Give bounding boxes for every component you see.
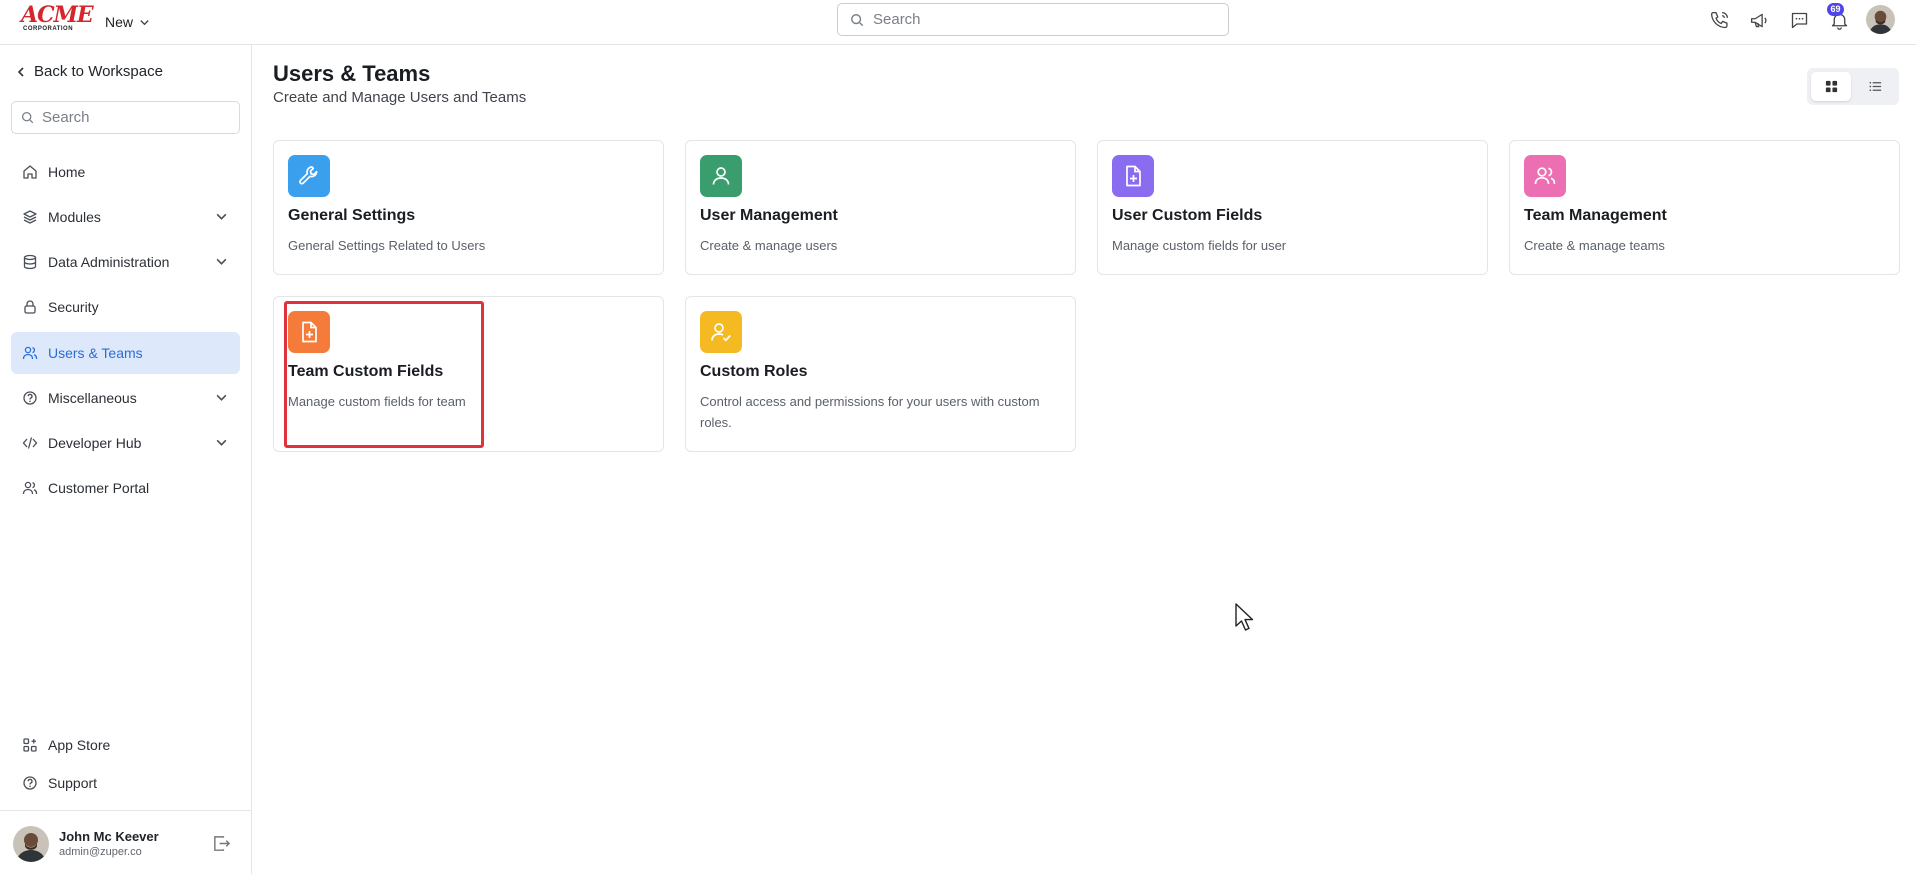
chevron-left-icon [17, 66, 24, 77]
main-content: Users & Teams Create and Manage Users an… [253, 45, 1916, 874]
page-title: Users & Teams [273, 61, 431, 86]
file-plus-icon [1112, 155, 1154, 197]
chevron-down-icon [216, 439, 227, 446]
user-icon [700, 155, 742, 197]
sidebar-item-support[interactable]: Support [11, 762, 240, 804]
card-title: User Management [700, 207, 838, 224]
avatar [13, 826, 49, 862]
card-description: Control access and permissions for your … [700, 394, 1040, 430]
sidebar-item-home[interactable]: Home [11, 151, 240, 193]
card-description: Create & manage teams [1524, 238, 1665, 253]
help-circle-icon [23, 391, 37, 405]
help-circle-icon [23, 776, 37, 790]
card-description: Manage custom fields for user [1112, 238, 1287, 253]
card-description: Manage custom fields for team [288, 394, 466, 409]
top-bar: ACME CORPORATION New 69 [0, 0, 1916, 45]
user-profile[interactable]: John Mc Keever admin@zuper.co [0, 810, 252, 874]
sidebar-item-label: App Store [48, 737, 111, 753]
back-label: Back to Workspace [34, 63, 163, 80]
global-search[interactable] [837, 3, 1229, 36]
sidebar-item-label: Developer Hub [48, 435, 142, 451]
logout-icon[interactable] [212, 834, 231, 853]
megaphone-icon[interactable] [1747, 8, 1771, 32]
card-title: Team Management [1524, 207, 1667, 224]
sidebar-item-label: Miscellaneous [48, 390, 137, 406]
user-avatar[interactable] [1866, 5, 1895, 34]
sidebar-item-miscellaneous[interactable]: Miscellaneous [11, 377, 240, 419]
card-user-management[interactable]: User Management Create & manage users [685, 140, 1076, 275]
sidebar-item-customer-portal[interactable]: Customer Portal [11, 467, 240, 509]
grid-icon [1825, 80, 1837, 93]
list-view-button[interactable] [1855, 72, 1895, 101]
card-user-custom-fields[interactable]: User Custom Fields Manage custom fields … [1097, 140, 1488, 275]
sidebar-item-data-administration[interactable]: Data Administration [11, 241, 240, 283]
file-plus-icon [288, 311, 330, 353]
card-description: General Settings Related to Users [288, 238, 486, 253]
card-team-management[interactable]: Team Management Create & manage teams [1509, 140, 1900, 275]
search-icon [21, 111, 34, 124]
sidebar-item-label: Customer Portal [48, 480, 150, 496]
global-search-input[interactable] [873, 11, 1213, 28]
chevron-down-icon [140, 19, 149, 25]
sidebar-item-label: Home [48, 164, 86, 180]
users-icon [1524, 155, 1566, 197]
apps-icon [23, 738, 37, 752]
sidebar: Back to Workspace Home Modules Data Admi… [0, 45, 252, 874]
logo-wordmark: ACME [21, 2, 94, 28]
card-title: User Custom Fields [1112, 207, 1263, 224]
database-icon [23, 254, 37, 270]
chevron-down-icon [216, 258, 227, 265]
user-email: admin@zuper.co [59, 846, 142, 858]
card-title: General Settings [288, 207, 416, 224]
new-dropdown-button[interactable]: New [105, 11, 150, 33]
chat-icon[interactable] [1787, 8, 1811, 32]
sidebar-item-users-teams[interactable]: Users & Teams [11, 332, 240, 374]
sidebar-item-label: Users & Teams [48, 345, 143, 361]
phone-icon[interactable] [1707, 8, 1731, 32]
layers-icon [23, 210, 37, 224]
sidebar-search-input[interactable] [42, 109, 232, 126]
code-icon [22, 437, 38, 449]
sidebar-item-label: Data Administration [48, 254, 170, 270]
users-icon [22, 346, 38, 360]
sidebar-item-modules[interactable]: Modules [11, 196, 240, 238]
card-title: Custom Roles [700, 363, 808, 380]
card-title: Team Custom Fields [288, 363, 444, 380]
card-custom-roles[interactable]: Custom Roles Control access and permissi… [685, 296, 1076, 452]
search-icon [851, 13, 864, 26]
new-label: New [105, 14, 134, 30]
sidebar-item-label: Modules [48, 209, 101, 225]
user-check-icon [700, 311, 742, 353]
chevron-down-icon [216, 213, 227, 220]
card-general-settings[interactable]: General Settings General Settings Relate… [273, 140, 664, 275]
sidebar-item-label: Security [48, 299, 99, 315]
logo-subtitle: CORPORATION [23, 26, 74, 32]
lock-icon [24, 300, 36, 314]
notification-badge: 69 [1827, 3, 1844, 16]
home-icon [23, 165, 37, 179]
view-toggle [1807, 68, 1899, 105]
sidebar-item-label: Support [48, 775, 98, 791]
user-name: John Mc Keever [59, 829, 159, 844]
list-icon [1869, 81, 1881, 92]
users-icon [22, 481, 38, 495]
card-description: Create & manage users [700, 238, 838, 253]
grid-view-button[interactable] [1811, 72, 1851, 101]
sidebar-item-app-store[interactable]: App Store [11, 724, 240, 766]
page-subtitle: Create and Manage Users and Teams [273, 89, 527, 106]
card-team-custom-fields[interactable]: Team Custom Fields Manage custom fields … [273, 296, 664, 452]
wrench-icon [288, 155, 330, 197]
sidebar-item-security[interactable]: Security [11, 286, 240, 328]
acme-logo[interactable]: ACME CORPORATION [21, 2, 94, 32]
back-to-workspace-link[interactable]: Back to Workspace [15, 63, 163, 80]
sidebar-search[interactable] [11, 101, 240, 134]
sidebar-item-developer-hub[interactable]: Developer Hub [11, 422, 240, 464]
chevron-down-icon [216, 394, 227, 401]
